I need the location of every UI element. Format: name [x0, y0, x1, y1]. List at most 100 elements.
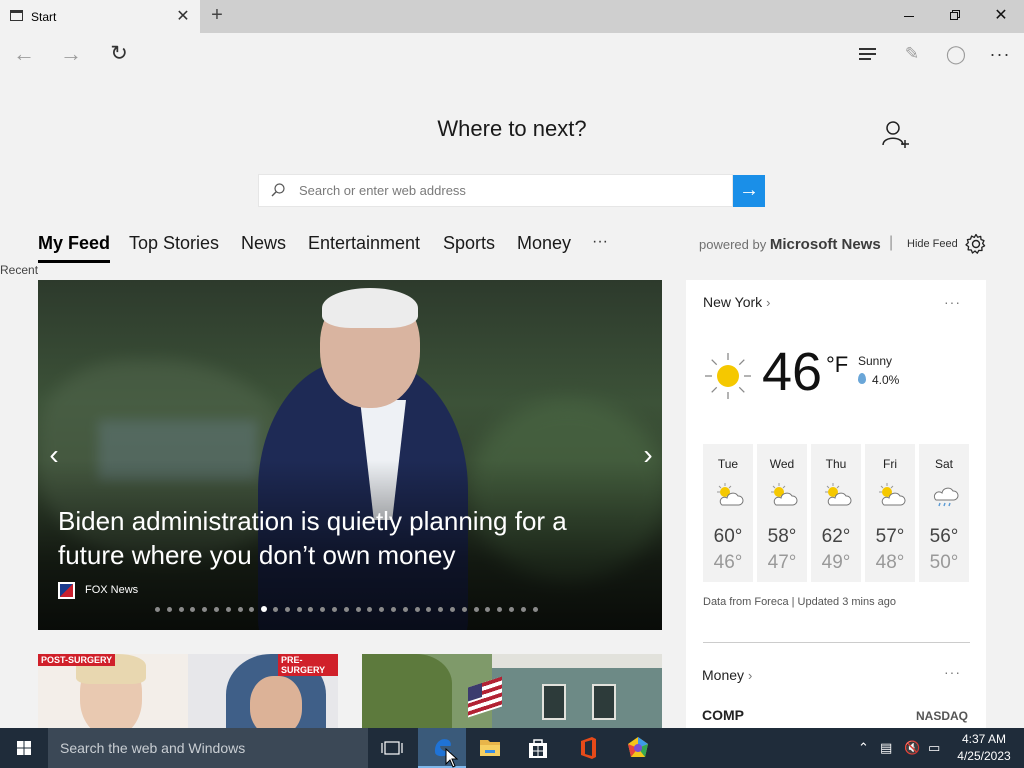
app-pentagon-icon[interactable] [614, 728, 662, 768]
weather-more-button[interactable]: ··· [944, 294, 961, 310]
carousel-dot[interactable] [414, 607, 420, 612]
go-button[interactable]: → [733, 175, 765, 207]
carousel-dot[interactable] [284, 607, 290, 612]
carousel-dot[interactable] [332, 607, 337, 612]
carousel-dot[interactable] [343, 607, 349, 612]
tab-my-feed[interactable]: My Feed [38, 233, 111, 263]
stock-symbol[interactable]: COMP [702, 707, 744, 723]
sun-icon [705, 353, 751, 399]
carousel-dot[interactable] [237, 607, 243, 612]
forecast-day[interactable]: Thu 62° 49° [811, 444, 861, 582]
carousel-dot[interactable] [438, 607, 444, 612]
refresh-icon[interactable]: ↻ [106, 41, 132, 67]
carousel-dot[interactable] [379, 607, 385, 612]
partly-sunny-icon [825, 483, 852, 506]
window-close-button[interactable]: ✕ [978, 0, 1024, 32]
carousel-dot[interactable] [166, 607, 172, 612]
forecast-high: 62° [821, 526, 851, 547]
tab-money[interactable]: Money [517, 233, 571, 260]
forecast-day[interactable]: Fri 57° 48° [865, 444, 915, 582]
windows-start-icon[interactable] [0, 728, 48, 768]
hide-feed-link[interactable]: Hide Feed [907, 238, 958, 250]
carousel-dot[interactable] [402, 607, 408, 612]
tab-sports[interactable]: Sports [443, 233, 495, 260]
chevron-right-icon[interactable]: › [636, 440, 660, 470]
rain-icon [933, 487, 959, 507]
carousel-dot[interactable] [367, 607, 373, 612]
carousel-dot[interactable] [520, 607, 526, 612]
carousel-dot[interactable] [485, 607, 491, 612]
carousel-dot[interactable] [155, 607, 160, 612]
carousel-dot[interactable] [225, 607, 231, 612]
tab-top-stories[interactable]: Top Stories [129, 233, 219, 260]
tab-start[interactable]: Start ✕ [0, 0, 200, 33]
new-tab-button[interactable]: + [206, 4, 228, 27]
taskbar-search-box[interactable]: Search the web and Windows [48, 728, 368, 768]
money-more-button[interactable]: ··· [944, 664, 961, 680]
carousel-dot[interactable] [202, 607, 208, 612]
gear-icon[interactable] [965, 233, 987, 255]
address-search-box[interactable] [258, 174, 733, 207]
clock-time[interactable]: 4:37 AM [952, 732, 1016, 746]
carousel-dot[interactable] [450, 607, 455, 612]
carousel-dot[interactable] [273, 607, 278, 612]
carousel-dot[interactable] [473, 607, 479, 612]
carousel-dot[interactable] [461, 607, 467, 612]
volume-muted-icon[interactable]: 🔇 [904, 740, 920, 756]
weather-condition: Sunny [858, 354, 893, 368]
hero-story[interactable]: ‹ › Biden administration is quietly plan… [38, 280, 662, 630]
minimize-button[interactable] [886, 0, 932, 32]
carousel-dot[interactable] [308, 607, 314, 612]
carousel-dot[interactable] [214, 607, 219, 612]
news-card[interactable] [362, 654, 662, 728]
hub-icon[interactable] [855, 41, 881, 67]
web-note-icon[interactable]: ✎ [899, 41, 925, 67]
carousel-dot[interactable] [497, 607, 503, 612]
store-icon[interactable] [514, 728, 562, 768]
carousel-dot[interactable] [190, 607, 196, 612]
money-link[interactable]: Money › [702, 667, 752, 683]
feed-more-button[interactable]: ··· [592, 233, 608, 251]
temperature-unit: °F [826, 352, 849, 377]
clock-date[interactable]: 4/25/2023 [952, 749, 1016, 763]
carousel-dot[interactable] [355, 607, 361, 612]
forecast-day[interactable]: Tue 60° 46° [703, 444, 753, 582]
task-view-icon[interactable] [376, 734, 408, 762]
forecast-day-name: Thu [825, 457, 847, 471]
back-arrow-icon[interactable]: ← [11, 41, 37, 67]
file-explorer-icon[interactable] [466, 728, 514, 768]
carousel-dot[interactable] [509, 607, 514, 612]
forward-arrow-icon[interactable]: → [58, 41, 84, 67]
restore-button[interactable] [932, 0, 978, 32]
chevron-left-icon[interactable]: ‹ [42, 440, 66, 470]
tab-title: Start [31, 10, 57, 24]
network-icon[interactable]: ▤ [880, 740, 892, 756]
powered-by: powered by Microsoft News [699, 236, 881, 253]
news-card[interactable]: POST-SURGERY PRE-SURGERY [38, 654, 338, 728]
share-icon[interactable]: ◯ [943, 41, 969, 67]
carousel-dot[interactable] [532, 607, 538, 612]
carousel-dot[interactable] [249, 607, 255, 612]
search-input[interactable] [299, 175, 724, 206]
carousel-dot[interactable] [391, 607, 396, 612]
more-icon[interactable]: ··· [987, 41, 1013, 67]
tab-entertainment[interactable]: Entertainment [308, 233, 420, 260]
nav-bar: ← → ↻ ✎ ◯ ··· [0, 33, 1024, 75]
notifications-icon[interactable]: ▭ [928, 740, 940, 756]
carousel-dot[interactable] [261, 606, 268, 612]
forecast-day[interactable]: Sat 56° 50° [919, 444, 969, 582]
card-photo-figure [250, 676, 302, 728]
add-person-icon[interactable] [881, 119, 909, 149]
close-tab-button[interactable]: ✕ [174, 6, 192, 26]
chevron-up-icon[interactable]: ⌃ [858, 740, 869, 756]
hero-headline[interactable]: Biden administration is quietly planning… [58, 504, 638, 572]
taskbar: Search the web and Windows ⌃ ▤ 🔇 ▭ 4:37 … [0, 728, 1024, 768]
office-icon[interactable] [564, 728, 612, 768]
tab-news[interactable]: News [241, 233, 286, 260]
weather-location-link[interactable]: New York › [703, 294, 771, 310]
carousel-dot[interactable] [426, 607, 432, 612]
forecast-day[interactable]: Wed 58° 47° [757, 444, 807, 582]
carousel-dot[interactable] [320, 607, 326, 612]
carousel-dot[interactable] [296, 607, 302, 612]
carousel-dot[interactable] [178, 607, 184, 612]
